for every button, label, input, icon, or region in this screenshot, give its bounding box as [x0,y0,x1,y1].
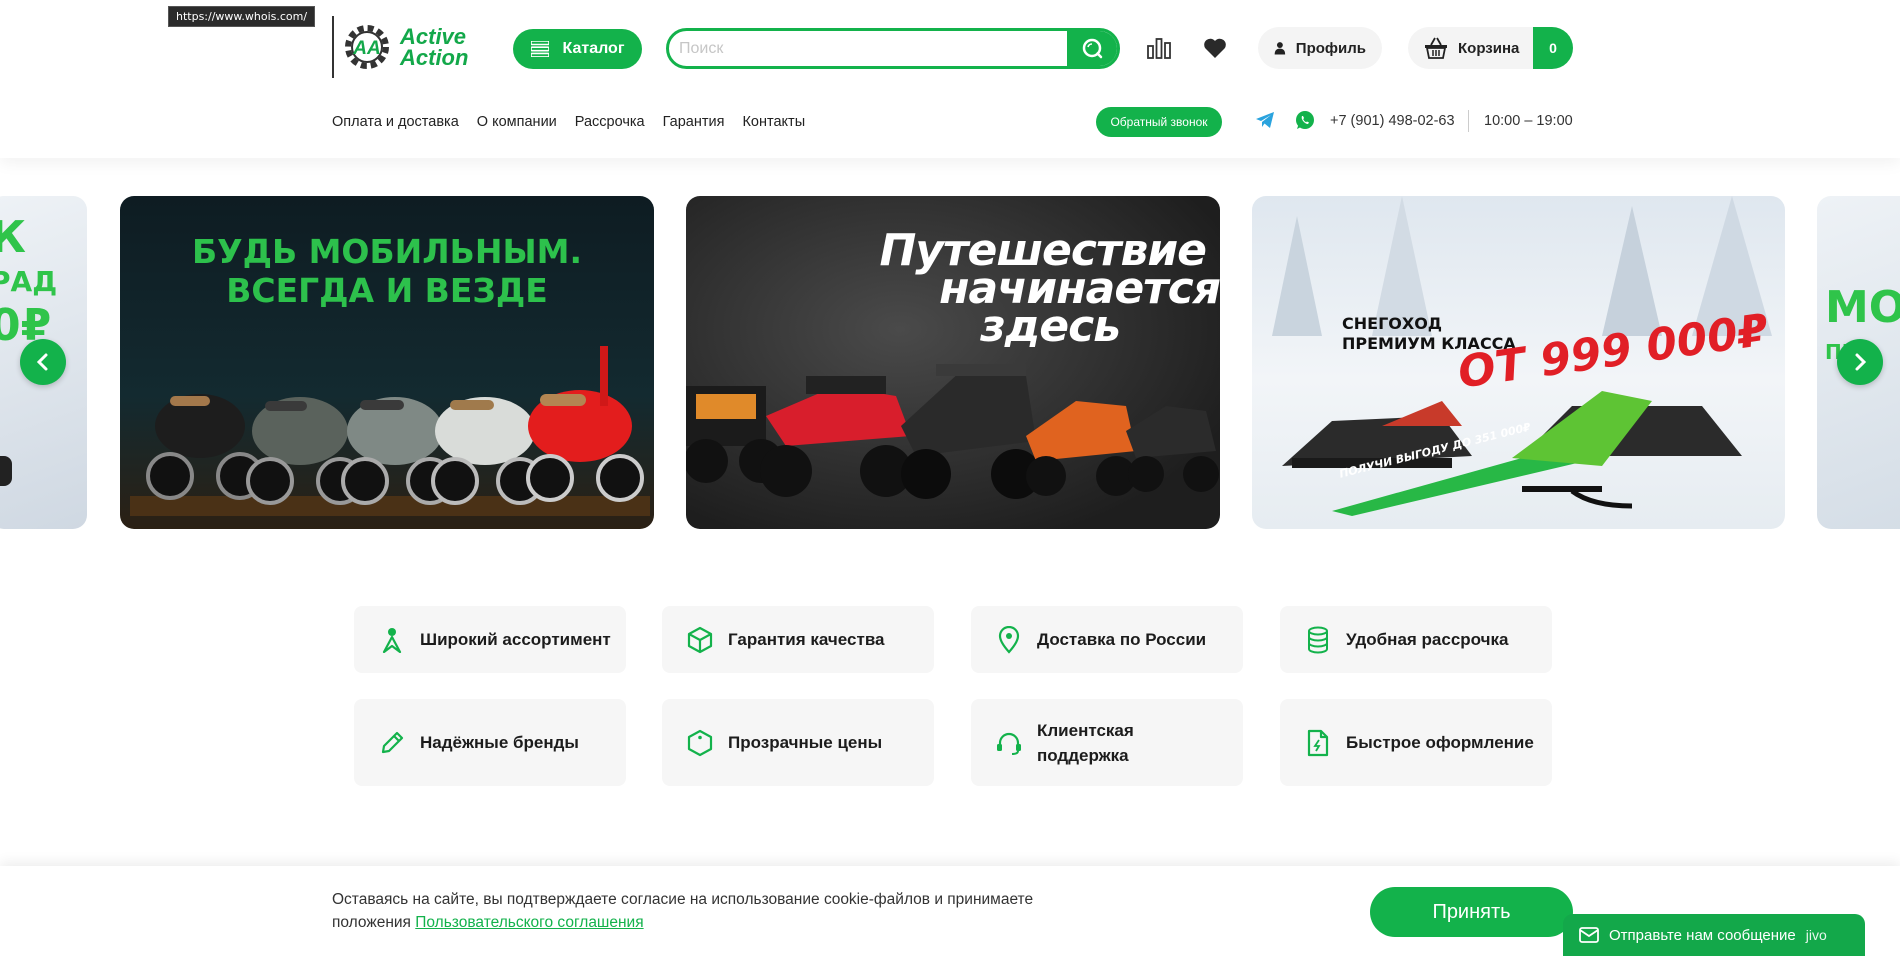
feature-label: Доставка по России [1037,630,1207,649]
chevron-right-icon [1855,353,1867,371]
feature-label: Клиентская поддержка [1037,720,1134,765]
telegram-icon[interactable] [1255,110,1275,130]
nav-item-contacts[interactable]: Контакты [742,114,805,130]
document-icon [1304,729,1332,757]
divider [1468,110,1469,132]
slide-snowmobile[interactable]: СНЕГОХОД ПРЕМИУМ КЛАССА ОТ 999 000₽ ПОЛУ… [1252,196,1785,529]
feature-support: Клиентская поддержка [971,699,1243,786]
cart-count-badge[interactable]: 0 [1533,27,1573,69]
envelope-icon [1579,927,1599,943]
feature-label: Широкий ассортимент [420,630,611,649]
working-hours: 10:00 – 19:00 [1484,113,1573,129]
feature-installments: Удобная рассрочка [1280,606,1552,673]
slide-right-line-1: МОТ [1825,282,1900,333]
logo-monogram: AA [352,38,380,59]
heart-icon [1204,38,1226,58]
slide-left-text: К РАД 0₽ [0,216,57,348]
phone-number[interactable]: +7 (901) 498-02-63 [1330,113,1455,129]
person-icon [378,626,406,654]
url-tooltip: https://www.whois.com/ [168,6,316,27]
jivo-brand: jivo [1805,927,1827,943]
headset-icon [995,729,1023,757]
user-icon [1274,42,1286,55]
catalog-label: Каталог [562,40,625,57]
search-button[interactable] [1067,31,1117,66]
cart-label: Корзина [1458,39,1520,57]
vehicle-silhouette [0,456,12,486]
feature-brands: Надёжные бренды [354,699,626,786]
feature-quality: Гарантия качества [662,606,934,673]
scooters-illustration [130,346,650,516]
cube-icon [686,626,714,654]
user-agreement-link[interactable]: Пользовательского соглашения [415,914,643,931]
compare-button[interactable] [1145,34,1173,62]
tag-icon [686,729,714,757]
jivo-label: Отправьте нам сообщение [1609,926,1796,944]
slide-atv[interactable]: Путешествие начинается здесь [686,196,1220,529]
search-bar [666,28,1120,69]
callback-button[interactable]: Обратный звонок [1096,107,1222,137]
slide-atv-headline: Путешествие начинается здесь [860,229,1220,349]
feature-label: Удобная рассрочка [1346,630,1509,649]
slide-snowmobile-line-1: СНЕГОХОД [1342,314,1443,333]
feature-prices: Прозрачные цены [662,699,934,786]
main-nav: Оплата и доставка О компании Рассрочка Г… [332,114,805,130]
search-icon [1082,38,1103,58]
logo-line-2: Action [400,45,469,70]
feature-label: Быстрое оформление [1346,733,1534,752]
slider-prev-button[interactable] [20,339,66,385]
slide-left-line-1: К [0,212,26,263]
gear-logo-icon: AA [345,25,389,69]
feature-label: Надёжные бренды [420,733,579,752]
feature-delivery: Доставка по России [971,606,1243,673]
feature-assortment: Широкий ассортимент [354,606,626,673]
feature-label: Гарантия качества [728,630,885,649]
nav-item-installments[interactable]: Рассрочка [575,114,645,130]
site-logo[interactable]: AA Active Action [332,16,468,78]
slide-scooters-headline: БУДЬ МОБИЛЬНЫМ. ВСЕГДА И ВЕЗДЕ [120,232,654,310]
cookie-text: Оставаясь на сайте, вы подтверждаете сог… [332,888,1112,934]
nav-item-delivery[interactable]: Оплата и доставка [332,114,459,130]
page: AA Active Action Каталог Поиск Профиль К… [0,0,1900,956]
pen-icon [378,729,406,757]
favorites-button[interactable] [1201,34,1229,62]
slide-left-line-2: РАД [0,265,58,298]
feature-fast-checkout: Быстрое оформление [1280,699,1552,786]
whatsapp-icon[interactable] [1294,109,1316,131]
logo-line-1: Active [400,24,467,49]
catalog-button[interactable]: Каталог [513,29,642,69]
profile-label: Профиль [1295,39,1366,57]
slide-scooters-line-1: БУДЬ МОБИЛЬНЫМ. [191,232,583,271]
nav-item-warranty[interactable]: Гарантия [663,114,725,130]
jivo-chat-widget[interactable]: Отправьте нам сообщение jivo [1563,914,1865,956]
logo-text: Active Action [400,24,469,70]
search-input[interactable] [669,31,1067,66]
compare-icon [1147,38,1171,59]
slide-scooters-line-2: ВСЕГДА И ВЕЗДЕ [226,271,548,310]
nav-item-about[interactable]: О компании [477,114,557,130]
map-pin-icon [995,625,1023,654]
slide-scooters[interactable]: БУДЬ МОБИЛЬНЫМ. ВСЕГДА И ВЕЗДЕ [120,196,654,529]
coins-icon [1304,626,1332,654]
chevron-left-icon [36,353,48,371]
feature-label: Прозрачные цены [728,733,883,752]
slider-next-button[interactable] [1837,339,1883,385]
atv-illustration [686,364,1219,499]
accept-cookies-button[interactable]: Принять [1370,887,1573,937]
profile-button[interactable]: Профиль [1258,27,1382,69]
menu-icon [530,41,549,57]
basket-icon [1425,37,1447,59]
